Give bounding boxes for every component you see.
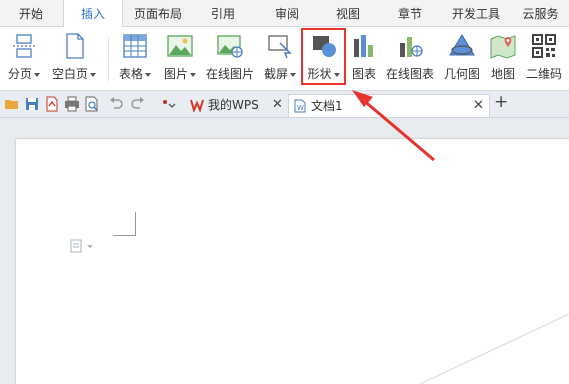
- ribbon-separator: [108, 37, 109, 81]
- menu-bar: 开始 插入 页面布局 引用 审阅 视图 章节 开发工具 云服务: [0, 0, 569, 27]
- tab-home[interactable]: 开始: [6, 0, 56, 26]
- export-pdf-icon[interactable]: [44, 96, 60, 112]
- document-icon: W: [294, 99, 306, 113]
- document-tab-bar: 我的WPS ✕ W 文档1 ✕ +: [0, 91, 569, 118]
- page-break-label: 分页: [7, 67, 32, 81]
- page-margin-marker: [135, 212, 136, 236]
- page-break-icon: [13, 34, 35, 58]
- tab-my-wps[interactable]: 我的WPS ✕: [186, 94, 288, 116]
- chart-button[interactable]: 图表: [347, 31, 381, 85]
- page-margin-marker: [113, 235, 136, 236]
- page-break-button[interactable]: 分页: [4, 31, 44, 85]
- chevron-down-icon: [333, 72, 340, 77]
- customize-toolbar-icon[interactable]: [160, 96, 176, 112]
- chevron-down-icon: [190, 72, 196, 77]
- online-picture-icon: [217, 35, 243, 58]
- close-icon[interactable]: ✕: [473, 95, 484, 117]
- blank-page-label: 空白页: [51, 67, 88, 81]
- close-icon[interactable]: ✕: [272, 94, 283, 116]
- page-shadow-line: [420, 313, 569, 384]
- screenshot-label: 截屏: [263, 67, 288, 81]
- online-chart-label: 在线图表: [385, 67, 434, 81]
- redo-icon[interactable]: [130, 96, 146, 112]
- table-icon: [123, 34, 147, 58]
- tab-review[interactable]: 审阅: [262, 0, 312, 26]
- tab-chapter[interactable]: 章节: [384, 0, 436, 26]
- tab-label: 文档1: [311, 99, 343, 113]
- open-folder-icon[interactable]: [4, 96, 20, 112]
- new-tab-button[interactable]: +: [494, 92, 508, 112]
- shapes-icon: [312, 36, 336, 57]
- geometry-label: 几何图: [443, 67, 480, 81]
- blank-page-button[interactable]: 空白页: [49, 31, 99, 85]
- chart-icon: [354, 35, 373, 57]
- map-label: 地图: [490, 67, 515, 81]
- online-chart-icon: [400, 37, 423, 57]
- print-icon[interactable]: [64, 96, 80, 112]
- geometry-icon: [449, 34, 475, 56]
- picture-icon: [167, 35, 193, 57]
- tab-references[interactable]: 引用: [196, 0, 250, 26]
- chevron-down-icon: [34, 72, 40, 77]
- blank-page-icon: [66, 33, 84, 59]
- qrcode-icon: [532, 34, 556, 58]
- online-picture-label: 在线图片: [205, 67, 254, 81]
- picture-label: 图片: [163, 67, 188, 81]
- picture-button[interactable]: 图片: [159, 31, 201, 85]
- insert-ribbon: 分页 空白页 表格 图片 在线图片 截屏 形状 图表 在线图表 几何图 地图 二…: [0, 27, 569, 91]
- map-button[interactable]: 地图: [486, 31, 520, 85]
- qrcode-button[interactable]: 二维码: [522, 31, 566, 85]
- tab-page-layout[interactable]: 页面布局: [124, 0, 192, 26]
- tab-document-1[interactable]: W 文档1 ✕: [288, 94, 490, 117]
- screenshot-button[interactable]: 截屏: [259, 31, 301, 85]
- print-preview-icon[interactable]: [84, 96, 100, 112]
- chevron-down-icon: [145, 72, 151, 77]
- online-chart-button[interactable]: 在线图表: [384, 31, 436, 85]
- tab-label: 我的WPS: [208, 98, 259, 112]
- undo-icon[interactable]: [108, 96, 124, 112]
- geometry-button[interactable]: 几何图: [440, 31, 484, 85]
- table-label: 表格: [118, 67, 143, 81]
- tab-view[interactable]: 视图: [322, 0, 374, 26]
- screenshot-icon: [268, 35, 292, 59]
- map-icon: [490, 35, 516, 59]
- tab-developer[interactable]: 开发工具: [446, 0, 506, 26]
- shapes-button[interactable]: 形状: [302, 31, 345, 85]
- chart-label: 图表: [351, 67, 376, 81]
- online-picture-button[interactable]: 在线图片: [204, 31, 256, 85]
- save-icon[interactable]: [24, 96, 40, 112]
- table-button[interactable]: 表格: [114, 31, 156, 85]
- chevron-down-icon: [90, 72, 96, 77]
- wps-logo-icon: [190, 99, 204, 112]
- svg-text:W: W: [297, 104, 304, 112]
- qrcode-label: 二维码: [525, 67, 562, 81]
- chevron-down-icon: [290, 72, 296, 77]
- tab-insert[interactable]: 插入: [63, 0, 123, 27]
- paste-options-icon[interactable]: [70, 239, 96, 253]
- tab-cloud-service[interactable]: 云服务: [512, 0, 569, 26]
- shapes-label: 形状: [307, 67, 332, 81]
